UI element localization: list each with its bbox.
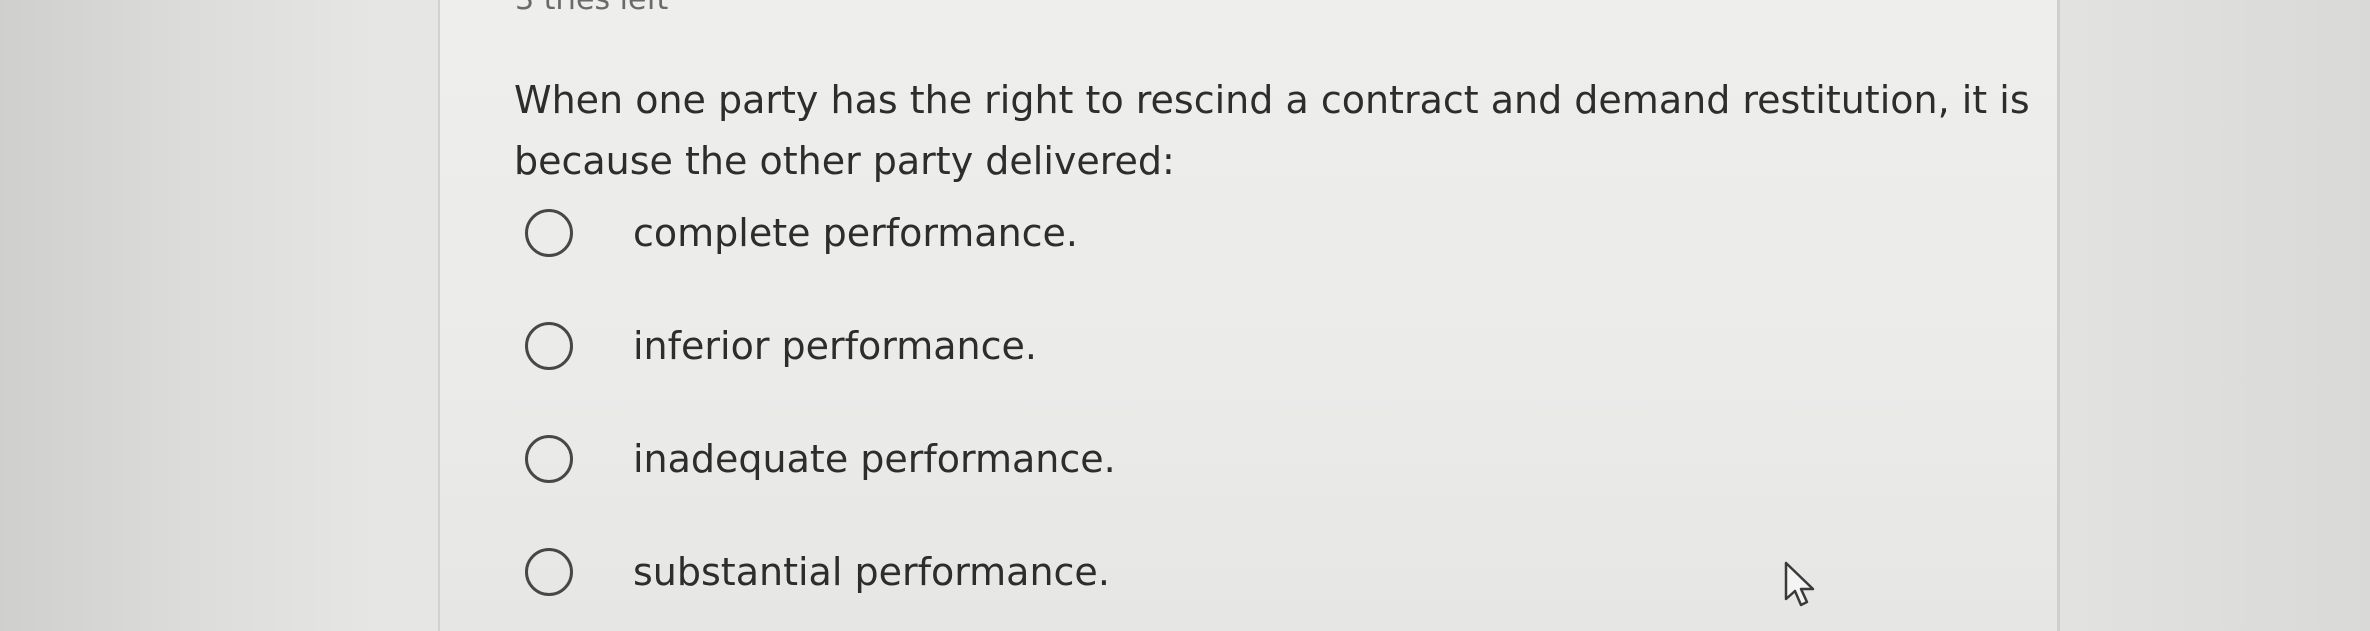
option-label: inferior performance. — [633, 324, 1037, 368]
option-complete-performance[interactable]: complete performance. — [525, 203, 1078, 263]
option-label: complete performance. — [633, 211, 1079, 255]
option-label: inadequate performance. — [633, 437, 1116, 481]
question-text: When one party has the right to rescind … — [514, 78, 2030, 183]
tries-left-label: 3 tries left — [515, 0, 668, 17]
option-substantial-performance[interactable]: substantial performance. — [525, 542, 1110, 602]
radio-button[interactable] — [525, 435, 573, 483]
option-inferior-performance[interactable]: inferior performance. — [525, 316, 1037, 376]
radio-button[interactable] — [525, 322, 573, 370]
side-panel — [2060, 0, 2370, 631]
radio-button[interactable] — [525, 548, 573, 596]
radio-button[interactable] — [525, 209, 573, 257]
option-inadequate-performance[interactable]: inadequate performance. — [525, 429, 1116, 489]
pointer-cursor-icon — [1784, 561, 1815, 607]
option-label: substantial performance. — [633, 550, 1110, 594]
